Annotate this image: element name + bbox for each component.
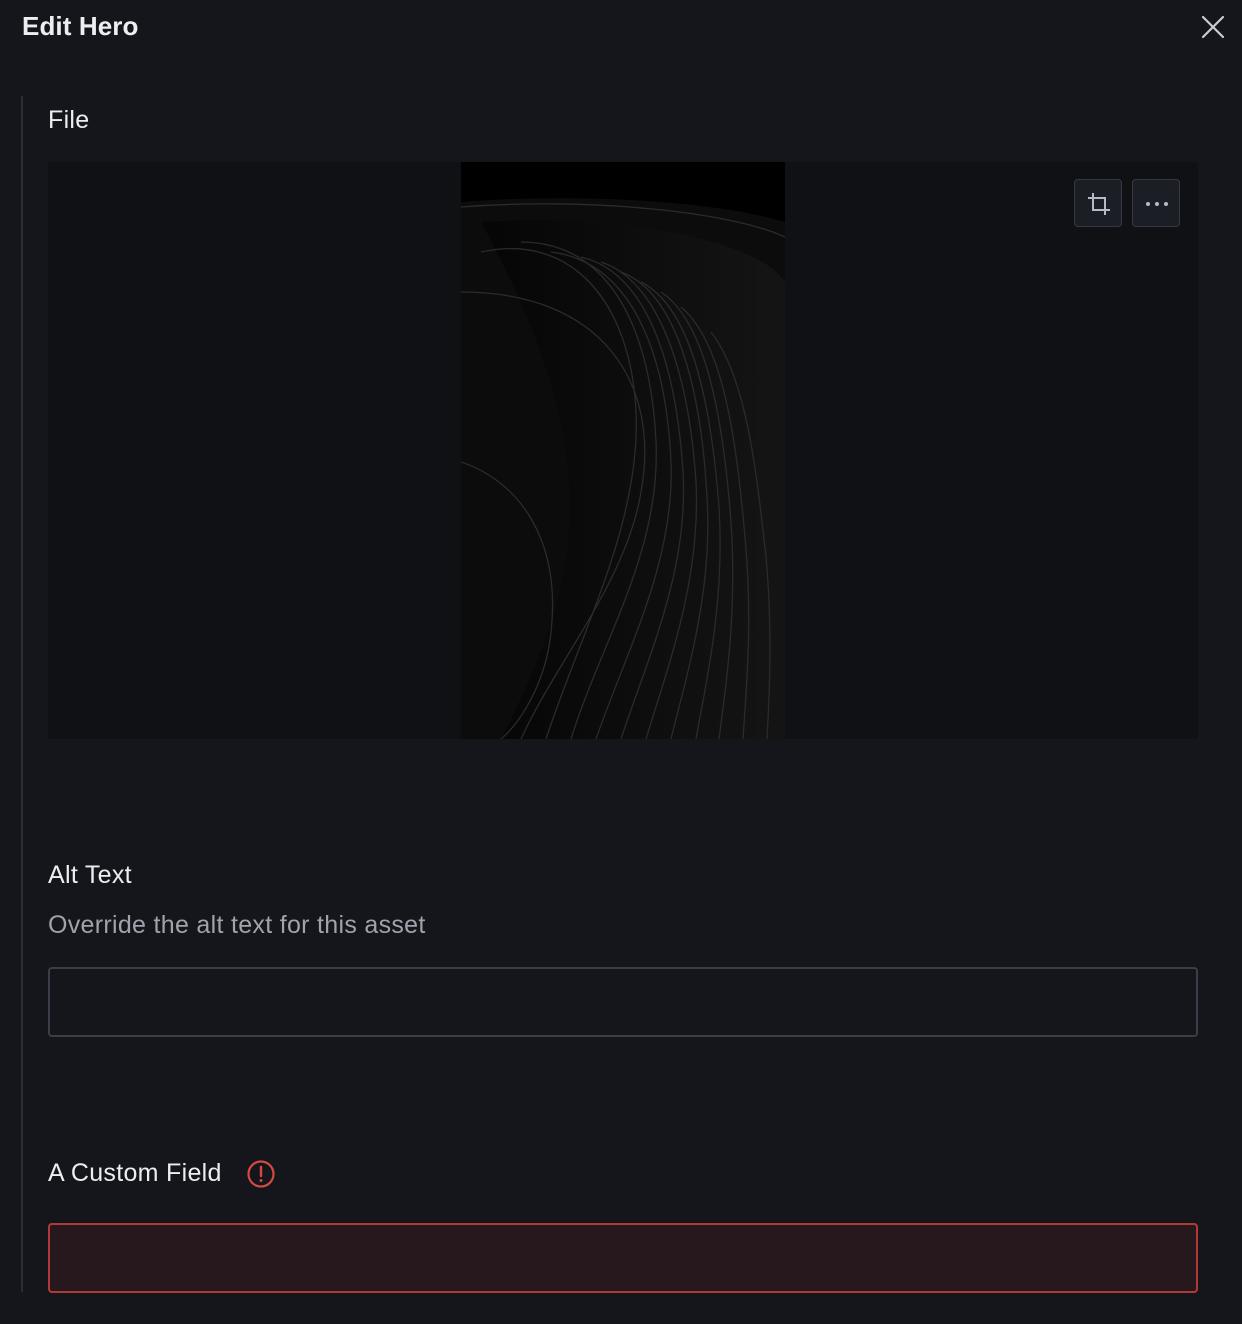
dialog-header: Edit Hero [0,0,1242,56]
error-circle-icon [247,1160,275,1188]
alt-text-description: Override the alt text for this asset [48,911,426,939]
crop-icon [1088,193,1110,215]
dialog-title: Edit Hero [22,11,139,41]
custom-field-label: A Custom Field [48,1159,222,1187]
alt-text-label: Alt Text [48,861,132,889]
section-rule [21,96,23,1292]
alt-text-input[interactable] [48,967,1198,1037]
file-field-label: File [48,106,90,134]
custom-field-input[interactable] [48,1223,1198,1293]
ellipsis-icon [1146,202,1168,206]
preview-image [461,162,785,739]
close-icon [1201,15,1225,39]
crop-button[interactable] [1074,179,1122,227]
close-button[interactable] [1196,10,1230,44]
dialog-content: File Alt Text Override the alt text for … [0,96,1242,1293]
file-preview[interactable] [48,162,1198,739]
edit-hero-dialog: Edit Hero File Alt Text Override the alt… [0,0,1242,1324]
more-options-button[interactable] [1132,179,1180,227]
